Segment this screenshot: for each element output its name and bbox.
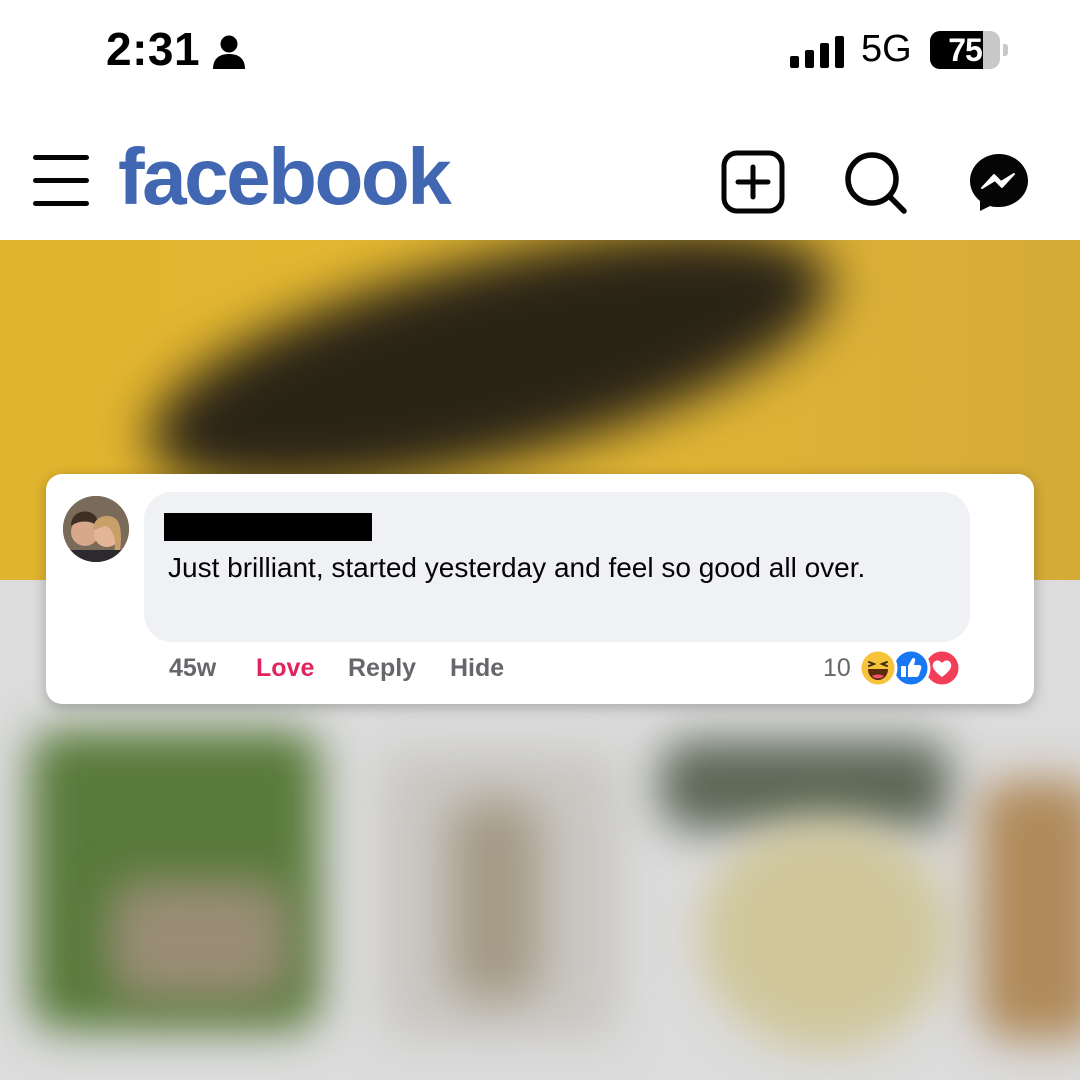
messenger-icon[interactable] bbox=[966, 149, 1032, 215]
love-button[interactable]: Love bbox=[256, 654, 314, 683]
status-bar: 2:31 5G 75 bbox=[0, 0, 1080, 105]
reaction-count[interactable]: 10 bbox=[823, 654, 851, 683]
hide-button[interactable]: Hide bbox=[450, 654, 504, 683]
avatar[interactable] bbox=[63, 496, 129, 562]
top-nav: facebook bbox=[0, 105, 1080, 240]
status-time: 2:31 bbox=[106, 23, 201, 75]
battery-cap bbox=[1003, 44, 1008, 56]
redacted-author-name bbox=[164, 513, 372, 541]
blurred-photo bbox=[110, 880, 290, 1000]
battery-icon: 75 bbox=[930, 31, 1000, 69]
signal-icon bbox=[790, 36, 844, 68]
blurred-photo bbox=[700, 820, 950, 1050]
network-type: 5G bbox=[861, 28, 912, 70]
person-icon bbox=[213, 35, 245, 69]
blurred-photo bbox=[980, 780, 1080, 1040]
battery-percent: 75 bbox=[948, 32, 983, 68]
blurred-photo bbox=[660, 740, 950, 830]
comment-card: Just brilliant, started yesterday and fe… bbox=[46, 474, 1034, 704]
blurred-photo bbox=[450, 800, 540, 1000]
create-post-icon[interactable] bbox=[720, 149, 786, 215]
search-icon[interactable] bbox=[842, 149, 908, 215]
menu-icon[interactable] bbox=[33, 155, 89, 207]
reply-button[interactable]: Reply bbox=[348, 654, 416, 683]
comment-bubble: Just brilliant, started yesterday and fe… bbox=[144, 492, 970, 642]
comment-timestamp: 45w bbox=[169, 654, 217, 682]
comment-text: Just brilliant, started yesterday and fe… bbox=[168, 552, 866, 583]
haha-reaction-icon[interactable] bbox=[858, 648, 898, 688]
facebook-logo[interactable]: facebook bbox=[118, 131, 452, 223]
